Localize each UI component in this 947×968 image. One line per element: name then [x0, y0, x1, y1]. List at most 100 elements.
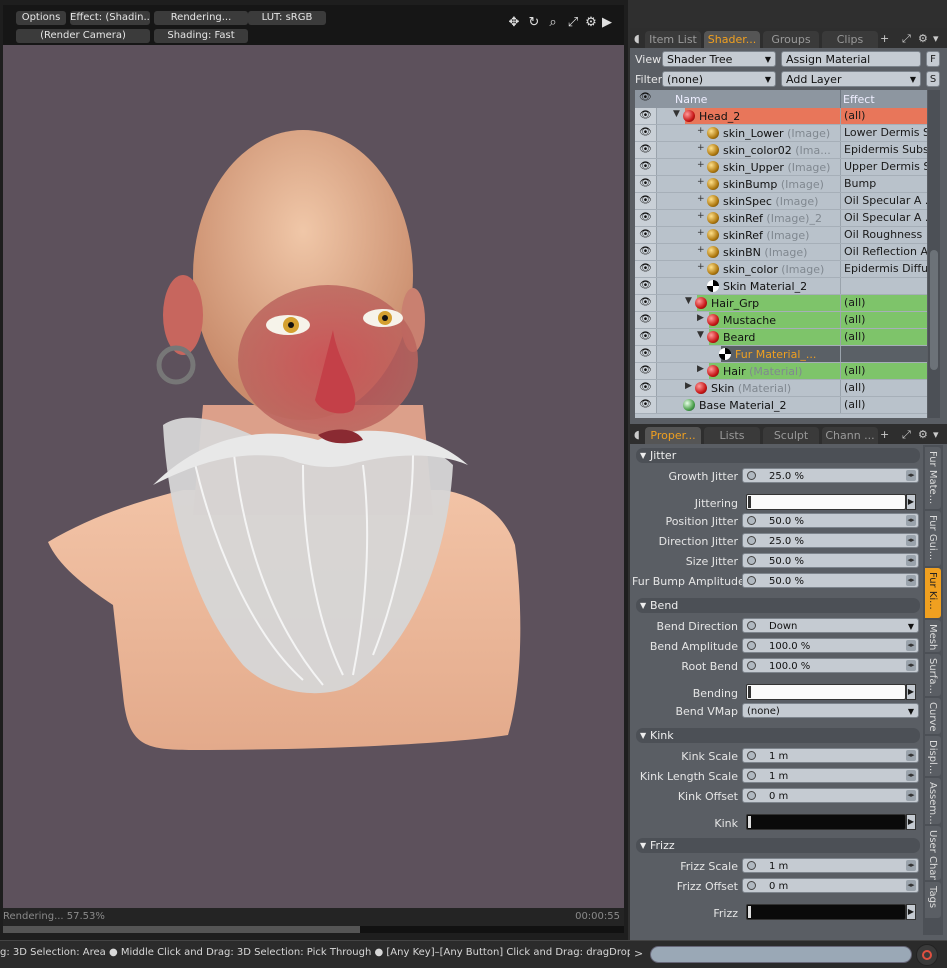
vtab-5[interactable]: Curve — [925, 698, 941, 734]
section-header-bend[interactable]: ▼ Bend — [636, 598, 920, 613]
spin-arrows-icon[interactable]: ◂▸ — [906, 535, 916, 546]
animate-dot-icon[interactable] — [747, 751, 756, 760]
lut-dropdown[interactable]: LUT: sRGB — [248, 11, 326, 25]
prop-field[interactable]: 50.0 % ◂▸ — [742, 553, 919, 568]
tree-row[interactable]: 👁 ▼ Head_2 (all) — [635, 108, 927, 125]
expand-toggle-icon[interactable]: ▼ — [673, 109, 680, 119]
animate-dot-icon[interactable] — [747, 771, 756, 780]
vtab-1[interactable]: Fur Gui... — [925, 511, 941, 566]
tab-shader-tree[interactable]: Shader... — [704, 31, 760, 48]
tree-row[interactable]: 👁+skin_color02 (Ima...Epidermis Subs... — [635, 142, 927, 159]
panel-menu-icon[interactable]: ◖ — [634, 32, 640, 45]
spin-arrows-icon[interactable]: ◂▸ — [906, 470, 916, 481]
maximize-icon[interactable]: ⤢ — [902, 32, 911, 46]
expand-plus-icon[interactable]: + — [697, 160, 705, 170]
gradient-ramp[interactable]: ▶ — [746, 684, 916, 700]
prop-field[interactable]: 25.0 % ◂▸ — [742, 533, 919, 548]
animate-dot-icon[interactable] — [747, 556, 756, 565]
tree-row[interactable]: 👁+skin_Lower (Image)Lower Dermis S... — [635, 125, 927, 142]
animate-dot-icon[interactable] — [747, 861, 756, 870]
animate-dot-icon[interactable] — [747, 471, 756, 480]
vtab-8[interactable]: User Chan ... — [925, 826, 941, 880]
rendering-button[interactable]: Rendering... — [154, 11, 248, 25]
rotate-icon[interactable]: ↻ — [526, 15, 542, 31]
expand-toggle-icon[interactable]: ▼ — [697, 330, 704, 340]
gear-icon[interactable]: ⚙ — [918, 428, 928, 441]
visibility-eye-icon[interactable]: 👁 — [635, 227, 657, 243]
gradient-key-handle[interactable] — [748, 816, 751, 828]
tree-row[interactable]: 👁 + skinSpec (Image) Oil Specular A ... — [635, 193, 927, 210]
add-tab-icon[interactable]: + — [880, 428, 889, 441]
column-effect[interactable]: Effect — [843, 93, 875, 106]
prop-field[interactable]: 50.0 % ◂▸ — [742, 513, 919, 528]
visibility-eye-icon[interactable]: 👁 — [635, 159, 657, 175]
move-icon[interactable]: ✥ — [506, 15, 522, 31]
chevron-down-icon[interactable]: ▾ — [933, 428, 939, 441]
tree-row[interactable]: 👁 Skin Material_2 — [635, 278, 927, 295]
tree-row[interactable]: 👁 + skinBump (Image) Bump — [635, 176, 927, 193]
view-dropdown[interactable]: Shader Tree ▼ — [662, 51, 776, 67]
visibility-eye-icon[interactable]: 👁 — [635, 346, 657, 362]
visibility-eye-icon[interactable]: 👁 — [635, 108, 657, 124]
visibility-eye-icon[interactable]: 👁 — [635, 397, 657, 413]
animate-dot-icon[interactable] — [747, 791, 756, 800]
column-name[interactable]: Name — [675, 93, 707, 106]
filter-dropdown[interactable]: (none) ▼ — [662, 71, 776, 87]
animate-dot-icon[interactable] — [747, 641, 756, 650]
spin-arrows-icon[interactable]: ◂▸ — [906, 515, 916, 526]
gradient-key-handle[interactable] — [748, 906, 751, 918]
spin-arrows-icon[interactable]: ◂▸ — [906, 660, 916, 671]
gradient-ramp[interactable]: ▶ — [746, 814, 916, 830]
expand-plus-icon[interactable]: + — [697, 228, 705, 238]
visibility-eye-icon[interactable]: 👁 — [635, 142, 657, 158]
gradient-play-icon[interactable]: ▶ — [906, 814, 916, 830]
animate-dot-icon[interactable] — [747, 516, 756, 525]
tab-groups[interactable]: Groups — [763, 31, 819, 48]
gradient-ramp[interactable]: ▶ — [746, 904, 916, 920]
gradient-play-icon[interactable]: ▶ — [906, 494, 916, 510]
zoom-icon[interactable]: ⌕ — [545, 15, 561, 31]
tree-row[interactable]: 👁 ▼ Hair_Grp (all) — [635, 295, 927, 312]
tab-properties[interactable]: Proper... — [645, 427, 701, 444]
expand-plus-icon[interactable]: + — [697, 211, 705, 221]
add-layer-dropdown[interactable]: Add Layer ▼ — [781, 71, 921, 87]
vtab-7[interactable]: Assem... — [925, 778, 941, 824]
tab-item-list[interactable]: Item List — [645, 31, 701, 48]
expand-plus-icon[interactable]: + — [697, 194, 705, 204]
tree-row[interactable]: 👁+skin_Upper (Image)Upper Dermis S... — [635, 159, 927, 176]
expand-toggle-icon[interactable]: ▼ — [685, 296, 692, 306]
tab-channels[interactable]: Chann ... — [822, 427, 878, 444]
vtab-0[interactable]: Fur Mate... — [925, 447, 941, 509]
spin-arrows-icon[interactable]: ◂▸ — [906, 640, 916, 651]
spin-arrows-icon[interactable]: ◂▸ — [906, 860, 916, 871]
spin-arrows-icon[interactable]: ◂▸ — [906, 770, 916, 781]
visibility-eye-icon[interactable]: 👁 — [635, 295, 657, 311]
animate-dot-icon[interactable] — [747, 661, 756, 670]
tree-row[interactable]: 👁 ▶ Hair (Material) (all) — [635, 363, 927, 380]
visibility-eye-icon[interactable]: 👁 — [635, 363, 657, 379]
spin-arrows-icon[interactable]: ◂▸ — [906, 575, 916, 586]
prop-dropdown[interactable]: Down ▼ — [742, 618, 919, 633]
tree-row[interactable]: 👁 ▼ Beard (all) — [635, 329, 927, 346]
gradient-play-icon[interactable]: ▶ — [906, 904, 916, 920]
animate-dot-icon[interactable] — [747, 881, 756, 890]
tree-scroll-thumb[interactable] — [930, 250, 938, 370]
animate-dot-icon[interactable] — [747, 576, 756, 585]
tab-clips[interactable]: Clips — [822, 31, 878, 48]
spin-arrows-icon[interactable]: ◂▸ — [906, 555, 916, 566]
section-header-kink[interactable]: ▼ Kink — [636, 728, 920, 743]
gear-icon[interactable]: ⚙ — [918, 32, 928, 45]
f-button[interactable]: F — [926, 51, 940, 67]
tree-scrollbar[interactable] — [928, 90, 940, 418]
prop-field[interactable]: 25.0 % ◂▸ — [742, 468, 919, 483]
prop-field[interactable]: 50.0 % ◂▸ — [742, 573, 919, 588]
prop-dropdown[interactable]: (none) ▼ — [742, 703, 919, 718]
tree-row[interactable]: 👁 + skinRef (Image) Oil Roughness — [635, 227, 927, 244]
add-tab-icon[interactable]: + — [880, 32, 889, 45]
visibility-eye-icon[interactable]: 👁 — [635, 125, 657, 141]
shading-dropdown[interactable]: Shading: Fast — [154, 29, 248, 43]
prop-field[interactable]: 0 m ◂▸ — [742, 788, 919, 803]
panel-menu-icon[interactable]: ◖ — [634, 428, 640, 441]
visibility-eye-icon[interactable]: 👁 — [635, 193, 657, 209]
vtab-9[interactable]: Tags — [925, 882, 941, 918]
